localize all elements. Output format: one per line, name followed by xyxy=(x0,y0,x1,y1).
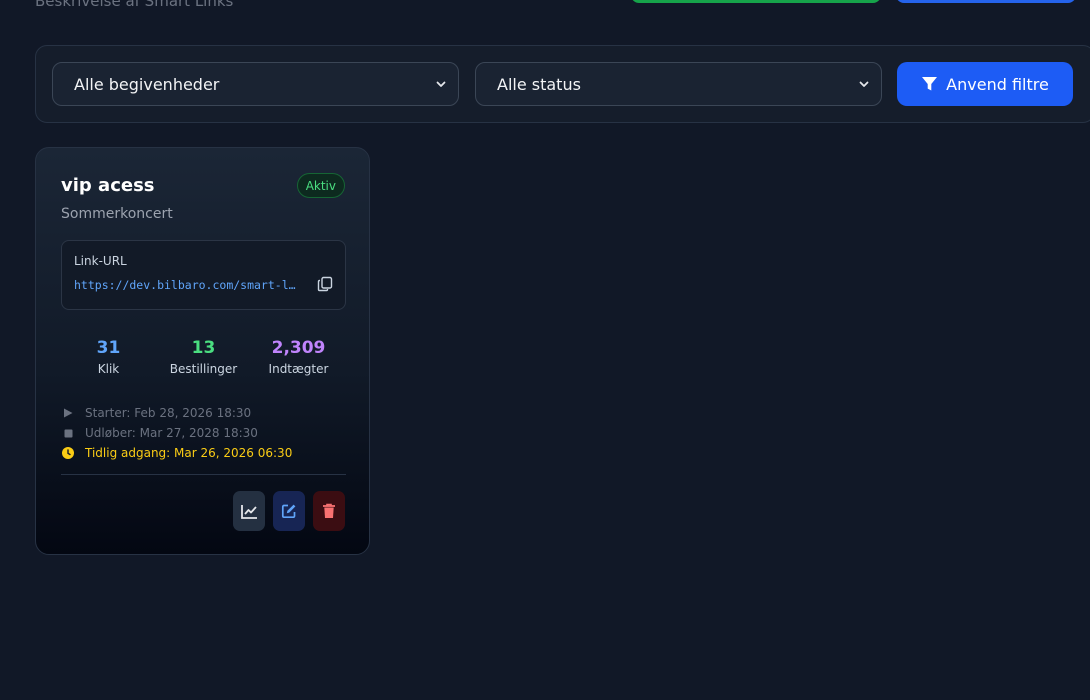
smart-link-card: vip acess Aktiv Sommerkoncert Link-URL h… xyxy=(35,147,370,555)
status-filter-value: Alle status xyxy=(497,74,581,94)
filter-icon xyxy=(922,77,938,91)
card-title: vip acess xyxy=(61,175,155,196)
early-access-text: Tidlig adgang: Mar 26, 2026 06:30 xyxy=(85,446,293,460)
apply-filters-label: Anvend filtre xyxy=(946,74,1049,94)
create-link-button[interactable] xyxy=(631,0,881,3)
stat-orders-value: 13 xyxy=(191,338,216,358)
stat-orders-label: Bestillinger xyxy=(169,362,238,376)
expire-date-text: Udløber: Mar 27, 2028 18:30 xyxy=(85,426,258,440)
stat-orders: 13 Bestillinger xyxy=(156,328,251,388)
trash-icon xyxy=(323,503,335,518)
filter-bar: Alle begivenheder Alle status Anvend fil… xyxy=(35,45,1090,123)
apply-filters-button[interactable]: Anvend filtre xyxy=(897,62,1073,106)
status-filter-select[interactable]: Alle status xyxy=(475,62,882,106)
start-date-text: Starter: Feb 28, 2026 18:30 xyxy=(85,406,252,420)
chart-line-icon xyxy=(240,504,257,519)
play-icon xyxy=(61,406,75,420)
statistics-button[interactable] xyxy=(233,491,265,531)
start-date-row: Starter: Feb 28, 2026 18:30 xyxy=(61,403,292,423)
stats-row: 31 Klik 13 Bestillinger 2,309 Indtægter xyxy=(61,328,346,388)
stat-clicks-value: 31 xyxy=(96,338,121,358)
stat-revenue-label: Indtægter xyxy=(268,362,329,376)
secondary-header-button[interactable] xyxy=(896,0,1076,3)
card-actions xyxy=(233,491,345,531)
link-url-label: Link-URL xyxy=(74,254,127,268)
chevron-down-icon xyxy=(859,81,869,87)
edit-button[interactable] xyxy=(273,491,305,531)
clock-icon xyxy=(61,446,75,460)
expire-date-row: Udløber: Mar 27, 2028 18:30 xyxy=(61,423,292,443)
event-filter-select[interactable]: Alle begivenheder xyxy=(52,62,459,106)
chevron-down-icon xyxy=(436,81,446,87)
card-event-name: Sommerkoncert xyxy=(61,206,173,222)
stat-revenue: 2,309 Indtægter xyxy=(251,328,346,388)
event-filter-value: Alle begivenheder xyxy=(74,74,220,94)
card-divider xyxy=(61,474,346,475)
copy-icon[interactable] xyxy=(317,276,333,292)
page-subtitle: Beskrivelse af Smart Links xyxy=(35,0,234,10)
stat-clicks-label: Klik xyxy=(97,362,120,376)
status-badge: Aktiv xyxy=(296,173,345,198)
stat-clicks: 31 Klik xyxy=(61,328,156,388)
link-url-box: Link-URL https://dev.bilbaro.com/smart-l… xyxy=(61,240,346,310)
stop-icon xyxy=(61,426,75,440)
smart-links-page: Beskrivelse af Smart Links Alle begivenh… xyxy=(0,0,1090,700)
early-access-row: Tidlig adgang: Mar 26, 2026 06:30 xyxy=(61,443,292,463)
delete-button[interactable] xyxy=(313,491,345,531)
date-list: Starter: Feb 28, 2026 18:30 Udløber: Mar… xyxy=(61,403,292,463)
link-url-value[interactable]: https://dev.bilbaro.com/smart-l… xyxy=(74,278,310,292)
edit-icon xyxy=(281,504,296,519)
stat-revenue-value: 2,309 xyxy=(271,338,326,358)
